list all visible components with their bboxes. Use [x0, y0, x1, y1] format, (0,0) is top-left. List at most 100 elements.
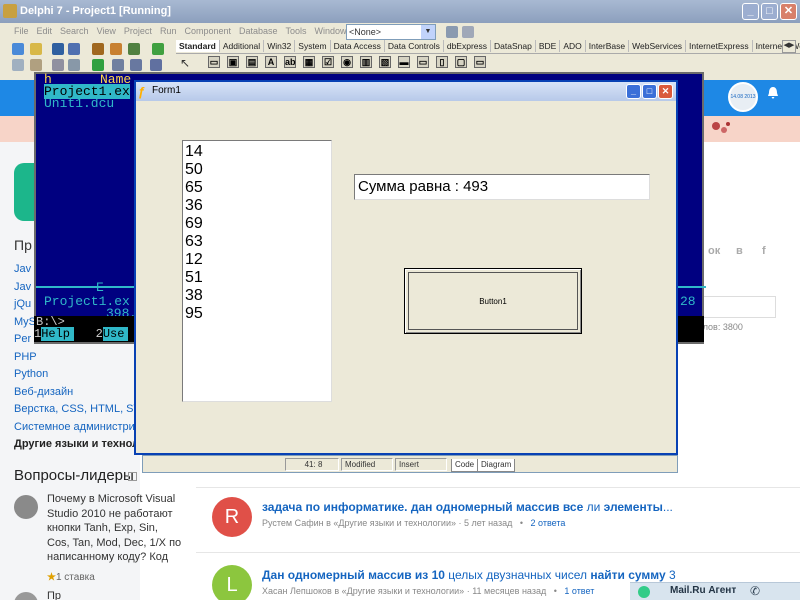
palette-tab[interactable]: InternetExpress [686, 40, 753, 52]
new-icon[interactable] [12, 43, 24, 55]
palette-component-icon[interactable]: ab [284, 56, 296, 68]
sidebar-category-link[interactable]: Системное администрир [14, 421, 149, 439]
view-unit-icon[interactable] [12, 59, 24, 71]
list-item[interactable]: 63 [185, 233, 331, 251]
palette-component-icon[interactable]: ▭ [208, 56, 220, 68]
list-item[interactable]: 38 [185, 287, 331, 305]
palette-component-icon[interactable]: ◉ [341, 56, 353, 68]
question-author-avatar[interactable] [14, 495, 38, 519]
menu-item[interactable]: Tools [286, 26, 307, 36]
palette-component-icon[interactable]: ▭ [474, 56, 486, 68]
list-item[interactable]: 69 [185, 215, 331, 233]
palette-tab[interactable]: Standard [176, 40, 220, 52]
palette-component-icon[interactable]: ▬ [398, 56, 410, 68]
feed-avatar[interactable]: R [212, 497, 252, 537]
open-project-icon[interactable] [92, 43, 104, 55]
form1-titlebar[interactable]: ƒ Form1 _ □ ✕ [136, 82, 676, 101]
sidebar-category-link[interactable]: PHP [14, 351, 149, 369]
palette-component-icon[interactable]: ▧ [379, 56, 391, 68]
list-item[interactable]: 12 [185, 251, 331, 269]
sidebar-category-link[interactable]: Верстка, CSS, HTML, SVG [14, 403, 149, 421]
menu-item[interactable]: Edit [37, 26, 53, 36]
button1[interactable]: Button1 [404, 268, 582, 334]
palette-component-icon[interactable]: ▢ [455, 56, 467, 68]
feed-title[interactable]: задача по информатике. дан одномерный ма… [262, 500, 673, 514]
close-button[interactable]: ✕ [780, 3, 797, 20]
object-repo-icon[interactable] [152, 43, 164, 55]
palette-tab[interactable]: InterBase [586, 40, 630, 52]
form-minimize-button[interactable]: _ [626, 84, 641, 99]
leaders-checkbox[interactable] [128, 472, 137, 481]
component-combo[interactable]: <None> ▼ [346, 24, 436, 40]
facebook-social-icon[interactable]: f [762, 245, 766, 257]
new-form-icon[interactable] [68, 59, 80, 71]
pointer-icon[interactable]: ↖ [180, 56, 190, 70]
palette-tab[interactable]: System [295, 40, 331, 52]
palette-tab[interactable]: WebServices [629, 40, 687, 52]
toolbar-icon[interactable] [446, 26, 458, 38]
menu-item[interactable]: File [14, 26, 29, 36]
save-all-icon[interactable] [68, 43, 80, 55]
palette-tab[interactable]: Additional [220, 40, 265, 52]
chevron-down-icon[interactable]: ▼ [421, 25, 435, 39]
palette-tab[interactable]: ADO [560, 40, 586, 52]
trace-into-icon[interactable] [130, 59, 142, 71]
palette-component-icon[interactable]: ▥ [360, 56, 372, 68]
feed-title[interactable]: Дан одномерный массив из 10 целых двузна… [262, 568, 676, 582]
import-icon[interactable] [110, 43, 122, 55]
open-icon[interactable] [30, 43, 42, 55]
palette-tab[interactable]: BDE [536, 40, 561, 52]
numbers-listbox[interactable]: 14 50 65 36 69 63 12 51 38 95 [182, 140, 332, 402]
list-item[interactable]: 51 [185, 269, 331, 287]
palette-tab[interactable]: dbExpress [444, 40, 492, 52]
list-item[interactable]: 14 [185, 143, 331, 161]
minimize-button[interactable]: _ [742, 3, 759, 20]
maximize-button[interactable]: □ [761, 3, 778, 20]
palette-component-icon[interactable]: ▤ [246, 56, 258, 68]
palette-scroll-button[interactable]: ◀▶ [782, 40, 796, 53]
question2-author[interactable]: Пр [47, 590, 61, 600]
f1-help-key[interactable]: Help [41, 327, 75, 341]
list-item[interactable]: 65 [185, 179, 331, 197]
bell-icon[interactable] [766, 86, 780, 100]
palette-tab[interactable]: Win32 [264, 40, 296, 52]
save-icon[interactable] [52, 43, 64, 55]
menu-item[interactable]: Window [315, 26, 347, 36]
sidebar-category-link[interactable]: Веб-дизайн [14, 386, 149, 404]
list-item[interactable]: 50 [185, 161, 331, 179]
palette-component-icon[interactable]: ▣ [227, 56, 239, 68]
ok-social-icon[interactable]: ок [708, 245, 720, 257]
file-item-unit1-dcu[interactable]: Unit1.dcu [44, 96, 114, 111]
palette-component-icon[interactable]: A [265, 56, 277, 68]
palette-tab[interactable]: Data Access [331, 40, 385, 52]
sum-edit-field[interactable]: Сумма равна : 493 [354, 174, 650, 200]
palette-component-icon[interactable]: ▦ [303, 56, 315, 68]
menu-item[interactable]: Database [239, 26, 278, 36]
menu-item[interactable]: Search [60, 26, 89, 36]
menu-item[interactable]: Run [160, 26, 177, 36]
view-form-icon[interactable] [30, 59, 42, 71]
list-item[interactable]: 36 [185, 197, 331, 215]
toolbar-icon[interactable] [462, 26, 474, 38]
mailru-agent-bar[interactable]: Mail.Ru Агент ✆ [630, 582, 800, 600]
palette-tab[interactable]: DataSnap [491, 40, 536, 52]
run-icon[interactable] [92, 59, 104, 71]
list-item[interactable]: 95 [185, 305, 331, 323]
sidebar-category-link[interactable]: Python [14, 368, 149, 386]
step-over-icon[interactable] [150, 59, 162, 71]
menu-item[interactable]: Project [124, 26, 152, 36]
palette-component-icon[interactable]: ▭ [417, 56, 429, 68]
add-file-icon[interactable] [128, 43, 140, 55]
toggle-icon[interactable] [52, 59, 64, 71]
sidebar-category-link[interactable]: Другие языки и техноло [14, 438, 149, 456]
form-close-button[interactable]: ✕ [658, 84, 673, 99]
palette-tab[interactable]: Data Controls [385, 40, 444, 52]
answers-link[interactable]: 1 ответ [564, 586, 594, 596]
phone-icon[interactable]: ✆ [750, 584, 760, 598]
tab-code[interactable]: Code [451, 459, 479, 472]
feed-avatar[interactable]: L [212, 565, 252, 600]
user-avatar[interactable]: 14.08 2013 [728, 82, 758, 112]
ide-titlebar[interactable]: Delphi 7 - Project1 [Running] _ □ ✕ [0, 0, 800, 23]
form-maximize-button[interactable]: □ [642, 84, 657, 99]
palette-component-icon[interactable]: ☑ [322, 56, 334, 68]
